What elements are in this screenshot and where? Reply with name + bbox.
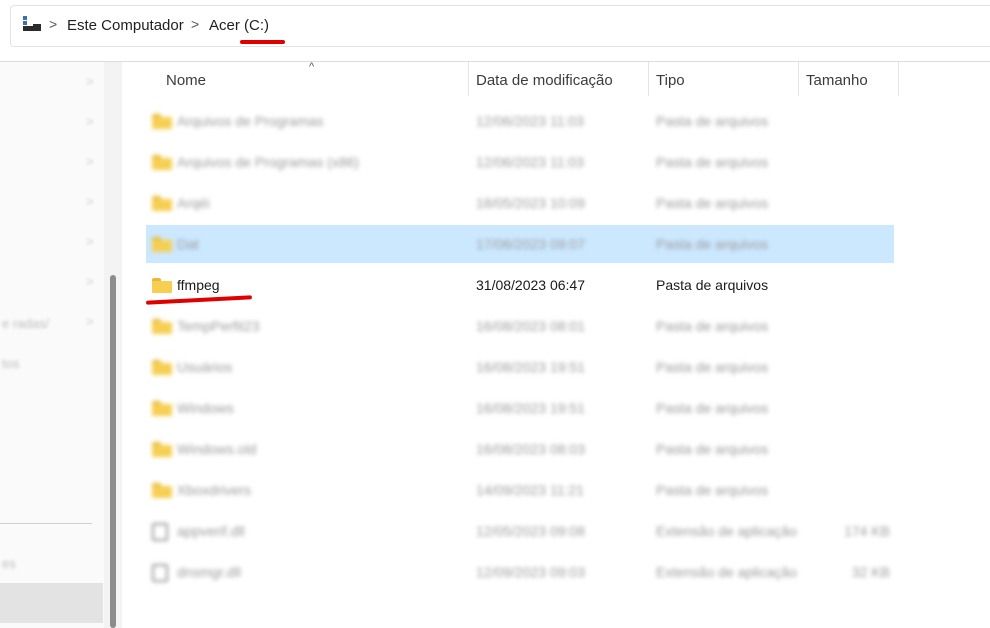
file-name: ffmpeg	[177, 277, 220, 293]
file-date: 12/06/2023 11:03	[476, 154, 584, 170]
file-name: Dat	[177, 236, 199, 252]
file-name: Arquivos de Programas	[177, 113, 324, 129]
application-file-icon	[152, 564, 172, 582]
file-row[interactable]: ffmpeg 31/08/2023 06:47 Pasta de arquivos	[146, 266, 894, 304]
nav-item-label[interactable]: tos	[2, 356, 19, 371]
breadcrumb-separator-icon: >	[191, 16, 200, 32]
file-date: 18/05/2023 10:09	[476, 195, 585, 211]
column-divider[interactable]	[898, 62, 899, 96]
breadcrumb-separator-icon: >	[49, 16, 58, 32]
file-name: Usuários	[177, 359, 233, 375]
file-row[interactable]: Arqéi 18/05/2023 10:09 Pasta de arquivos	[146, 184, 894, 222]
application-file-icon	[152, 523, 172, 541]
folder-icon	[152, 113, 172, 129]
folder-icon	[152, 318, 172, 334]
file-date: 16/08/2023 19:51	[476, 359, 585, 375]
file-type: Pasta de arquivos	[656, 441, 769, 457]
column-header-type[interactable]: Tipo	[656, 62, 796, 96]
annotation-underline-drive	[240, 40, 285, 44]
file-date: 31/08/2023 06:47	[476, 277, 585, 293]
file-type: Pasta de arquivos	[656, 482, 769, 498]
computer-icon	[23, 16, 41, 31]
pin-icon: >	[86, 274, 94, 289]
file-type: Pasta de arquivos	[656, 359, 769, 375]
file-size: 32 KB	[851, 564, 890, 580]
column-header-date[interactable]: Data de modificação	[476, 62, 646, 96]
folder-icon	[152, 482, 172, 498]
pin-icon: >	[86, 234, 94, 249]
file-date: 16/08/2023 08:01	[476, 318, 585, 334]
breadcrumb-acer-c[interactable]: Acer (C:)	[209, 17, 269, 34]
file-date: 16/08/2023 08:03	[476, 441, 585, 457]
folder-icon	[152, 236, 172, 252]
file-name: Arqéi	[177, 195, 210, 211]
folder-icon	[152, 359, 172, 375]
nav-item-label[interactable]: es	[2, 556, 16, 571]
file-name: Windows.old	[177, 441, 257, 457]
file-name: Arquivos de Programas (x86)	[177, 154, 360, 170]
pin-icon: >	[86, 154, 94, 169]
file-date: 16/08/2023 19:51	[476, 400, 585, 416]
file-date: 14/09/2023 11:21	[476, 482, 584, 498]
file-name: Windows	[177, 400, 234, 416]
pin-icon: >	[86, 194, 94, 209]
file-row[interactable]: Dat 17/06/2023 09:07 Pasta de arquivos	[146, 225, 894, 263]
file-name: Xboxdrivers	[177, 482, 251, 498]
file-row[interactable]: TempPerfit23 16/08/2023 08:01 Pasta de arq…	[146, 307, 894, 345]
column-divider[interactable]	[468, 62, 469, 96]
file-date: 17/06/2023 09:07	[476, 236, 585, 252]
column-divider[interactable]	[798, 62, 799, 96]
file-row[interactable]: Arquivos de Programas 12/06/2023 11:03 Pas…	[146, 102, 894, 140]
pin-icon: >	[86, 114, 94, 129]
file-name: dnsmgr.dll	[177, 564, 241, 580]
file-type: Pasta de arquivos	[656, 318, 769, 334]
file-type: Pasta de arquivos	[656, 154, 769, 170]
file-date: 12/05/2023 09:08	[476, 523, 585, 539]
column-header-size[interactable]: Tamanho	[806, 62, 898, 96]
pin-icon: >	[86, 314, 94, 329]
file-date: 12/06/2023 11:03	[476, 113, 584, 129]
file-name: TempPerfit23	[177, 318, 260, 334]
nav-divider	[0, 523, 92, 524]
file-row[interactable]: Windows.old 16/08/2023 08:03 Pasta de arqu…	[146, 430, 894, 468]
file-type: Extensão de aplicação	[656, 523, 797, 539]
file-row[interactable]: dnsmgr.dll 12/09/2023 09:03 Extensão de ap…	[146, 553, 894, 591]
file-row[interactable]: appverif.dll 12/05/2023 09:08 Extensão de …	[146, 512, 894, 550]
folder-icon	[152, 195, 172, 211]
folder-icon	[152, 277, 172, 293]
file-row[interactable]: Arquivos de Programas (x86) 12/06/2023 11…	[146, 143, 894, 181]
file-type: Pasta de arquivos	[656, 400, 769, 416]
file-type: Pasta de arquivos	[656, 236, 769, 252]
pin-icon: >	[86, 74, 94, 89]
folder-icon	[152, 441, 172, 457]
file-name: appverif.dll	[177, 523, 245, 539]
breadcrumb-este-computador[interactable]: Este Computador	[67, 17, 184, 34]
address-bar[interactable]: > Este Computador > Acer (C:)	[10, 5, 990, 47]
folder-icon	[152, 400, 172, 416]
file-type: Pasta de arquivos	[656, 113, 769, 129]
nav-item-label[interactable]: e radas/	[2, 316, 49, 331]
column-header-name[interactable]: Nome	[166, 62, 466, 96]
file-row[interactable]: Xboxdrivers 14/09/2023 11:21 Pasta de arqu…	[146, 471, 894, 509]
nav-item-selected[interactable]	[0, 583, 103, 623]
file-type: Pasta de arquivos	[656, 277, 769, 293]
file-type: Pasta de arquivos	[656, 195, 769, 211]
file-row[interactable]: Usuários 16/08/2023 19:51 Pasta de arquivo…	[146, 348, 894, 386]
file-type: Extensão de aplicação	[656, 564, 797, 580]
nav-scrollbar-thumb[interactable]	[110, 275, 116, 628]
file-row[interactable]: Windows 16/08/2023 19:51 Pasta de arquivos	[146, 389, 894, 427]
file-date: 12/09/2023 09:03	[476, 564, 585, 580]
file-size: 174 KB	[844, 523, 890, 539]
column-divider[interactable]	[648, 62, 649, 96]
folder-icon	[152, 154, 172, 170]
